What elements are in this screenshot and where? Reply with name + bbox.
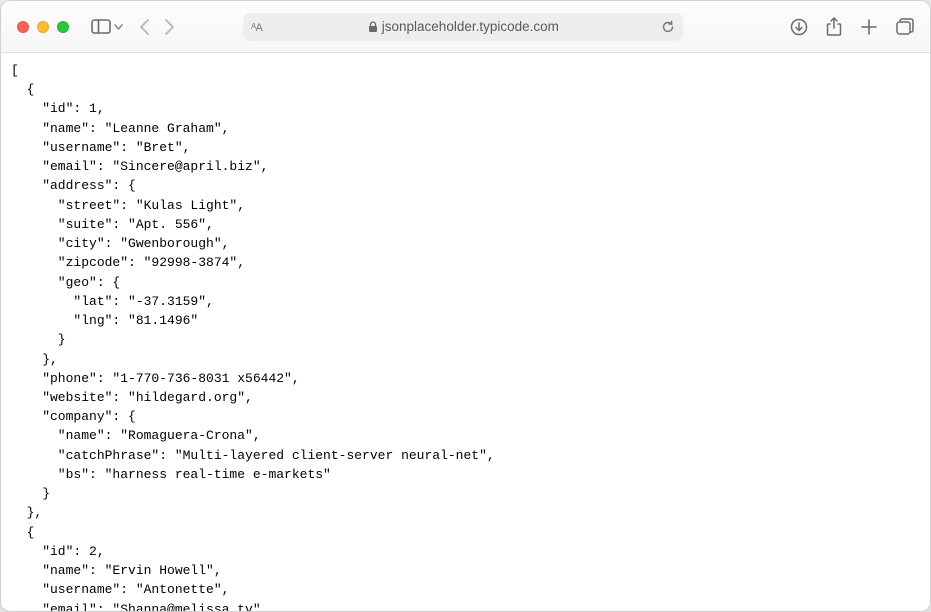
reload-button[interactable]: [661, 20, 675, 34]
lock-icon: [368, 21, 378, 33]
share-button[interactable]: [826, 17, 842, 37]
page-content[interactable]: [ { "id": 1, "name": "Leanne Graham", "u…: [1, 53, 930, 611]
downloads-button[interactable]: [790, 17, 808, 37]
site-settings-icon[interactable]: A A: [251, 21, 265, 33]
maximize-window-button[interactable]: [57, 21, 69, 33]
json-response-body: [ { "id": 1, "name": "Leanne Graham", "u…: [11, 61, 920, 611]
svg-text:A: A: [256, 22, 264, 33]
forward-button[interactable]: [164, 18, 175, 36]
window-controls: [17, 21, 69, 33]
address-bar[interactable]: A A jsonplaceholder.typicode.com: [243, 13, 683, 41]
chevron-down-icon: [114, 24, 123, 30]
tab-overview-button[interactable]: [896, 17, 914, 37]
sidebar-icon: [91, 19, 111, 34]
back-button[interactable]: [139, 18, 150, 36]
toolbar: A A jsonplaceholder.typicode.com: [1, 1, 930, 53]
browser-window: A A jsonplaceholder.typicode.com: [0, 0, 931, 612]
toolbar-right: [790, 17, 914, 37]
sidebar-toggle[interactable]: [91, 19, 123, 34]
close-window-button[interactable]: [17, 21, 29, 33]
navigation-arrows: [139, 18, 175, 36]
minimize-window-button[interactable]: [37, 21, 49, 33]
url-text: jsonplaceholder.typicode.com: [382, 19, 559, 34]
new-tab-button[interactable]: [860, 17, 878, 37]
address-text: jsonplaceholder.typicode.com: [368, 19, 559, 34]
